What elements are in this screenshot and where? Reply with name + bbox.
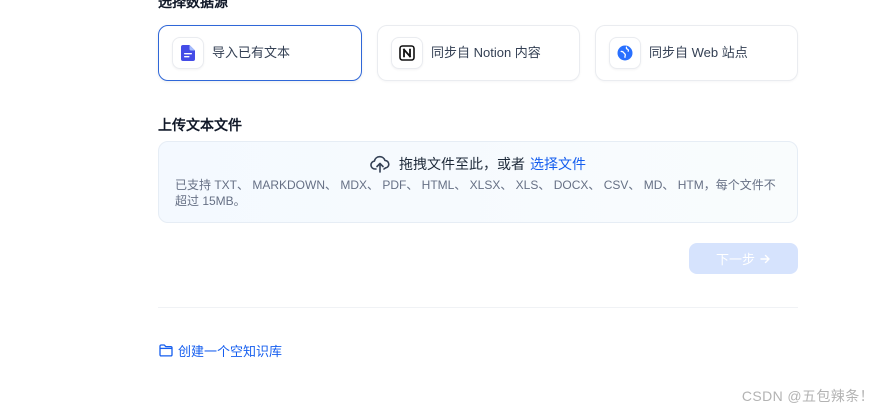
source-option-web[interactable]: 同步自 Web 站点 bbox=[595, 25, 798, 81]
data-source-page: 选择数据源 导入已有文本 同步自 Notion 内容 同步自 Web 站点 上传… bbox=[0, 0, 880, 411]
folder-icon bbox=[159, 343, 173, 357]
document-icon bbox=[172, 37, 204, 69]
create-empty-knowledge-link[interactable]: 创建一个空知识库 bbox=[159, 340, 282, 360]
globe-icon bbox=[609, 37, 641, 69]
section-title-data-source: 选择数据源 bbox=[158, 0, 228, 10]
file-dropzone[interactable]: 拖拽文件至此，或者 选择文件 已支持 TXT、 MARKDOWN、 MDX、 P… bbox=[158, 141, 798, 223]
divider bbox=[158, 307, 798, 308]
dropzone-text: 拖拽文件至此，或者 bbox=[399, 156, 525, 172]
source-option-label: 同步自 Notion 内容 bbox=[431, 45, 541, 60]
notion-icon bbox=[391, 37, 423, 69]
next-step-button[interactable]: 下一步 bbox=[689, 243, 798, 274]
source-option-notion[interactable]: 同步自 Notion 内容 bbox=[377, 25, 580, 81]
cloud-upload-icon bbox=[370, 155, 390, 173]
dropzone-prompt: 拖拽文件至此，或者 选择文件 bbox=[159, 153, 797, 175]
supported-formats-tip: 已支持 TXT、 MARKDOWN、 MDX、 PDF、 HTML、 XLSX、… bbox=[175, 178, 776, 208]
source-option-label: 导入已有文本 bbox=[212, 45, 291, 60]
create-empty-label: 创建一个空知识库 bbox=[178, 343, 283, 359]
next-step-label: 下一步 bbox=[715, 252, 755, 267]
browse-files-link[interactable]: 选择文件 bbox=[530, 154, 586, 174]
source-option-import-text[interactable]: 导入已有文本 bbox=[158, 25, 362, 81]
section-title-upload: 上传文本文件 bbox=[158, 117, 242, 133]
source-option-label: 同步自 Web 站点 bbox=[649, 45, 748, 60]
arrow-right-icon bbox=[759, 253, 771, 265]
watermark: CSDN @五包辣条！ bbox=[741, 388, 874, 404]
